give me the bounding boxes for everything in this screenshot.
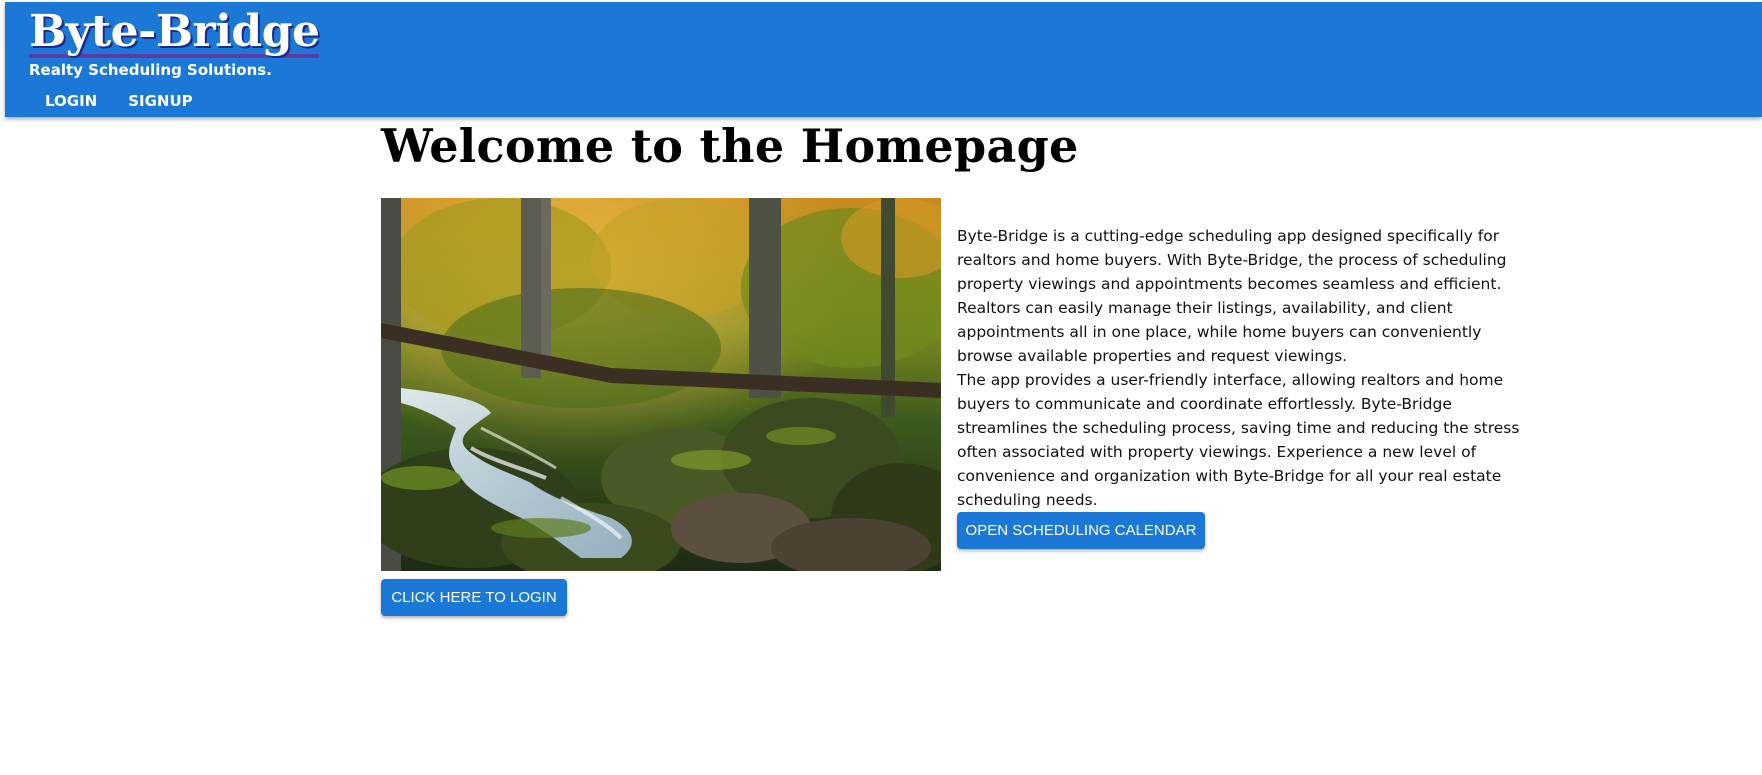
top-nav: LOGIN SIGNUP xyxy=(29,88,209,114)
nav-signup-link[interactable]: SIGNUP xyxy=(112,88,208,114)
waterfall-forest-image xyxy=(381,198,941,571)
description-paragraph-2: The app provides a user-friendly interfa… xyxy=(957,371,1520,509)
app-bar: Byte-Bridge Realty Scheduling Solutions.… xyxy=(5,2,1762,117)
brand-tagline: Realty Scheduling Solutions. xyxy=(29,61,272,79)
nav-login-link[interactable]: LOGIN xyxy=(29,88,113,114)
brand-logo[interactable]: Byte-Bridge xyxy=(29,6,320,58)
open-scheduling-calendar-button[interactable]: OPEN SCHEDULING CALENDAR xyxy=(957,512,1205,549)
page-title: Welcome to the Homepage xyxy=(381,119,1079,173)
app-description: Byte-Bridge is a cutting-edge scheduling… xyxy=(957,224,1537,512)
click-here-to-login-button[interactable]: CLICK HERE TO LOGIN xyxy=(381,579,567,616)
description-paragraph-1: Byte-Bridge is a cutting-edge scheduling… xyxy=(957,227,1507,365)
